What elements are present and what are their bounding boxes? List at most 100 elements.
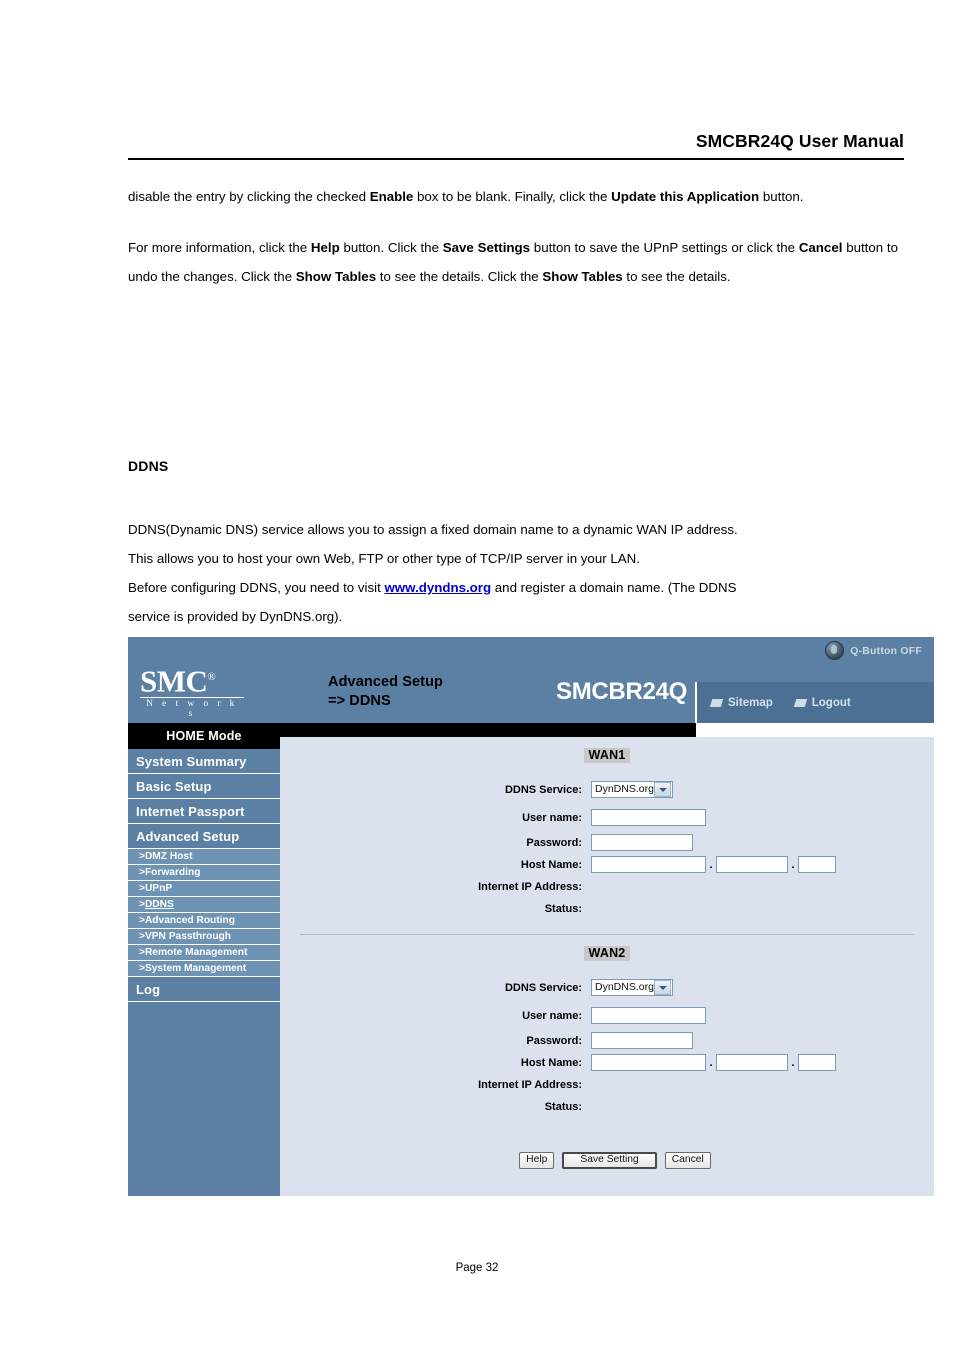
sidebar-item-basic-setup[interactable]: Basic Setup (128, 774, 280, 799)
wan1-status-label: Status: (544, 903, 582, 915)
sidebar-item-internet-passport[interactable]: Internet Passport (128, 799, 280, 824)
registered-trademark-icon: ® (207, 671, 216, 683)
sidebar-item-remote-management[interactable]: > Remote Management (128, 945, 280, 961)
ddns-line-1: DDNS(Dynamic DNS) service allows you to … (128, 522, 738, 537)
wan1-ddns-service-row: DDNS Service: DynDNS.org (280, 776, 934, 804)
sidebar-item-ddns-label: DDNS (144, 899, 174, 910)
sidebar-item-forwarding[interactable]: > Forwarding (128, 865, 280, 881)
save-setting-button[interactable]: Save Setting (562, 1152, 657, 1169)
nav-item-sitemap-label: Sitemap (728, 696, 773, 709)
wan2-hostname-row: Host Name: .. (280, 1052, 934, 1074)
p2-bold-save-settings: Save Settings (442, 240, 531, 255)
wan2-password-row: Password: (280, 1030, 934, 1052)
wan2-hostname-part2-input[interactable] (716, 1054, 788, 1072)
nav-item-sitemap[interactable]: Sitemap (709, 696, 773, 709)
q-button-label: Q-Button OFF (850, 644, 922, 657)
ddns-line-2: This allows you to host your own Web, FT… (128, 551, 640, 566)
wan2-ddns-service-row: DDNS Service: DynDNS.org (280, 974, 934, 1002)
sidebar-item-advanced-routing[interactable]: > Advanced Routing (128, 913, 280, 929)
wan1-password-label: Password: (526, 837, 582, 849)
wan2-section-title: WAN2 (280, 944, 934, 962)
wan1-username-cell (591, 804, 934, 832)
sidebar-item-system-management[interactable]: > System Management (128, 961, 280, 977)
ui-sidebar: HOME Mode System Summary Basic Setup Int… (128, 723, 280, 1196)
ddns-section-heading: DDNS (128, 458, 169, 474)
wan1-username-label: User name: (522, 812, 582, 824)
wan1-hostname-row: Host Name: .. (280, 854, 934, 876)
p2-text-1: For more information, click the (128, 240, 311, 255)
p1-text-1: disable the entry by clicking the checke… (128, 189, 370, 204)
wan2-password-input[interactable] (591, 1032, 693, 1050)
wan1-hostname-sep-2: . (791, 858, 795, 871)
nav-item-logout[interactable]: Logout (793, 696, 851, 709)
wan2-ddns-service-cell: DynDNS.org (591, 974, 934, 1002)
wan1-internet-ip-value (591, 876, 934, 898)
sidebar-item-log[interactable]: Log (128, 977, 280, 1002)
smc-logo: SMC® N e t w o r k s (140, 661, 268, 719)
p2-bold-cancel: Cancel (798, 240, 843, 255)
sidebar-item-advanced-setup[interactable]: Advanced Setup (128, 824, 280, 849)
wan1-hostname-part2-input[interactable] (716, 856, 788, 874)
wan1-hostname-label: Host Name: (520, 859, 582, 871)
page-number: Page 32 (455, 1262, 499, 1274)
wan1-username-input[interactable] (591, 809, 706, 827)
wan2-hostname-sep-1: . (709, 1056, 713, 1069)
sidebar-item-upnp[interactable]: > UPnP (128, 881, 280, 897)
ui-content-panel: WAN1 DDNS Service: DynDNS.org User name: (280, 737, 934, 1196)
smc-logo-tagline: N e t w o r k s (140, 697, 244, 719)
header-divider (128, 158, 904, 160)
paragraph-2: For more information, click the Help but… (128, 233, 898, 291)
wan1-ddns-service-label: DDNS Service: (504, 784, 582, 796)
wan1-hostname-cell: .. (591, 854, 934, 876)
wan1-badge: WAN1 (583, 748, 631, 763)
wan2-ddns-service-select[interactable]: DynDNS.org (591, 979, 673, 997)
wan1-password-input[interactable] (591, 834, 693, 852)
sidebar-item-dmz-host[interactable]: > DMZ Host (128, 849, 280, 865)
sidebar-item-vpn-passthrough[interactable]: > VPN Passthrough (128, 929, 280, 945)
sidebar-item-remote-management-label: Remote Management (144, 947, 248, 958)
wan1-hostname-part1-input[interactable] (591, 856, 706, 874)
sidebar-item-advanced-routing-label: Advanced Routing (144, 915, 235, 926)
dyndns-link[interactable]: www.dyndns.org (384, 580, 491, 595)
ddns-line-3-post: and register a domain name. (The DDNS (491, 580, 737, 595)
wan2-form: DDNS Service: DynDNS.org User name: Pass… (280, 974, 934, 1118)
wan1-status-value (591, 898, 934, 920)
smc-logo-wordmark: SMC® (140, 661, 216, 699)
wan2-hostname-label: Host Name: (520, 1057, 582, 1069)
sidebar-home-mode[interactable]: HOME Mode (128, 723, 280, 749)
ui-page-title-line2: => DDNS (328, 692, 391, 709)
wan2-hostname-sep-2: . (791, 1056, 795, 1069)
sidebar-item-system-management-label: System Management (144, 963, 247, 974)
wan2-status-value (591, 1096, 934, 1118)
p2-text-5: to see the details. Click the (376, 269, 543, 284)
wan2-username-cell (591, 1002, 934, 1030)
cancel-button[interactable]: Cancel (664, 1152, 711, 1169)
wan2-status-label: Status: (544, 1101, 582, 1113)
wan-sections-divider (300, 934, 914, 935)
p2-text-3: button to save the UPnP settings or clic… (530, 240, 799, 255)
wan2-username-row: User name: (280, 1002, 934, 1030)
wan2-hostname-part1-input[interactable] (591, 1054, 706, 1072)
ddns-intro-text: DDNS(Dynamic DNS) service allows you to … (128, 515, 898, 631)
p1-text-3: button. (759, 189, 804, 204)
wan1-status-row: Status: (280, 898, 934, 920)
wan2-hostname-part3-input[interactable] (798, 1054, 836, 1072)
sidebar-item-ddns[interactable]: > DDNS (128, 897, 280, 913)
wan2-internet-ip-row: Internet IP Address: (280, 1074, 934, 1096)
p2-bold-show-tables-2: Show Tables (542, 269, 623, 284)
q-button-orb-icon (825, 641, 845, 660)
ddns-line-4: service is provided by DynDNS.org). (128, 609, 343, 624)
ddns-line-3-pre: Before configuring DDNS, you need to vis… (128, 580, 385, 595)
nav-item-logout-label: Logout (811, 696, 851, 709)
ddns-line-3: Before configuring DDNS, you need to vis… (128, 573, 898, 602)
sidebar-item-vpn-passthrough-label: VPN Passthrough (144, 931, 231, 942)
help-button[interactable]: Help (519, 1152, 555, 1169)
wan1-hostname-part3-input[interactable] (798, 856, 836, 874)
smc-logo-text: SMC (140, 663, 208, 699)
sidebar-item-system-summary[interactable]: System Summary (128, 749, 280, 774)
wan2-username-input[interactable] (591, 1007, 706, 1025)
wan1-ddns-service-select[interactable]: DynDNS.org (591, 781, 673, 799)
q-button-indicator[interactable]: Q-Button OFF (825, 641, 922, 660)
p2-bold-help: Help (310, 240, 340, 255)
wan2-internet-ip-value (591, 1074, 934, 1096)
